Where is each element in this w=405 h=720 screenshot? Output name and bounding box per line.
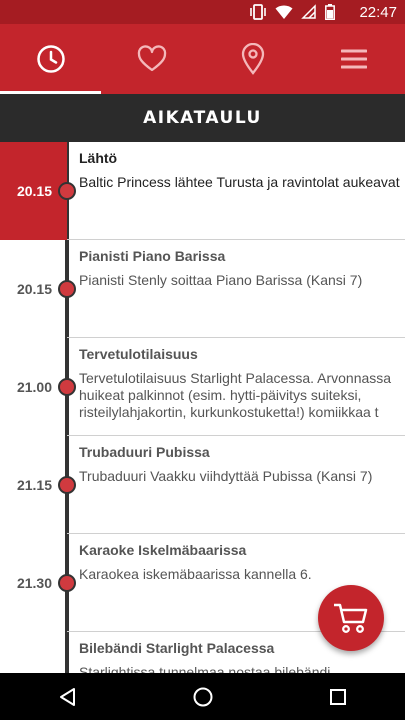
item-description: Starlightissa tunnelmaa nostaa bilebändi: [79, 664, 331, 673]
schedule-item[interactable]: 20.15 Lähtö Baltic Princess lähtee Turus…: [0, 142, 405, 240]
item-content: Lähtö Baltic Princess lähtee Turusta ja …: [67, 142, 405, 240]
item-time: 21.15: [16, 477, 52, 493]
item-title: Pianisti Piano Barissa: [79, 248, 226, 264]
item-title: Tervetulotilaisuus: [79, 346, 198, 362]
battery-icon: [325, 4, 335, 20]
vibrate-icon: [250, 4, 266, 20]
recents-icon: [329, 688, 346, 705]
item-description: Tervetulotilaisuus Starlight Palacessa. …: [79, 370, 392, 420]
item-title: Trubaduuri Pubissa: [79, 444, 210, 460]
wifi-icon: [275, 5, 293, 19]
system-nav-bar: [0, 673, 405, 720]
home-icon: [193, 687, 212, 706]
tab-menu[interactable]: [304, 24, 405, 94]
item-time: 20.15: [16, 281, 52, 297]
time-column: 21.15: [0, 436, 67, 534]
time-column: [0, 632, 67, 673]
schedule-item[interactable]: 21.00 Tervetulotilaisuus Tervetulotilais…: [0, 338, 405, 436]
item-content: Pianisti Piano Barissa Pianisti Stenly s…: [67, 240, 405, 338]
item-description: Pianisti Stenly soittaa Piano Barissa (K…: [79, 272, 363, 288]
item-title: Karaoke Iskelmäbaarissa: [79, 542, 247, 558]
item-title: Lähtö: [79, 150, 118, 166]
status-clock: 22:47: [359, 4, 397, 21]
item-content: Tervetulotilaisuus Tervetulotilaisuus St…: [67, 338, 405, 436]
cart-button[interactable]: [318, 585, 384, 651]
tab-location[interactable]: [203, 24, 304, 94]
item-time: 20.15: [16, 183, 52, 199]
back-icon: [59, 687, 75, 706]
nav-back-button[interactable]: [38, 673, 98, 720]
tab-bar: [0, 24, 405, 94]
item-description: Baltic Princess lähtee Turusta ja ravint…: [79, 174, 400, 190]
shopping-cart-icon: [334, 603, 368, 633]
hamburger-menu-icon: [341, 49, 368, 69]
nav-home-button[interactable]: [173, 673, 233, 720]
location-pin-icon: [241, 43, 265, 75]
no-sim-icon: [301, 4, 316, 19]
page-title: AIKATAULU: [143, 108, 262, 128]
nav-recents-button[interactable]: [308, 673, 368, 720]
status-icons: [249, 4, 335, 20]
heart-icon: [137, 45, 167, 72]
time-column: 20.15: [0, 142, 67, 240]
status-bar: 22:47: [0, 0, 405, 24]
tab-schedule[interactable]: [0, 24, 102, 94]
item-time: 21.00: [16, 379, 52, 395]
schedule-item[interactable]: 21.15 Trubaduuri Pubissa Trubaduuri Vaak…: [0, 436, 405, 534]
item-content: Trubaduuri Pubissa Trubaduuri Vaakku vii…: [67, 436, 405, 534]
time-column: 21.00: [0, 338, 67, 436]
item-time: 21.30: [16, 575, 52, 591]
tab-favorites[interactable]: [101, 24, 202, 94]
clock-icon: [36, 45, 65, 73]
time-column: 21.30: [0, 534, 67, 632]
item-description: Karaokea iskemäbaarissa kannella 6.: [79, 566, 312, 582]
schedule-item[interactable]: 20.15 Pianisti Piano Barissa Pianisti St…: [0, 240, 405, 338]
item-description: Trubaduuri Vaakku viihdyttää Pubissa (Ka…: [79, 468, 373, 484]
time-column: 20.15: [0, 240, 67, 338]
page-title-bar: AIKATAULU: [0, 94, 405, 142]
